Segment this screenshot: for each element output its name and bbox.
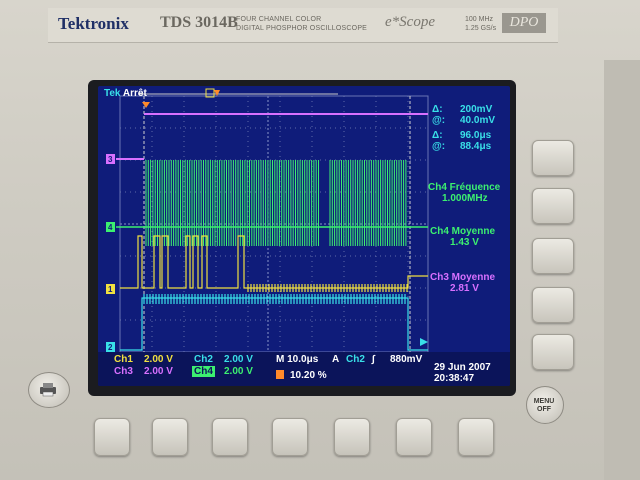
cursor-v-at-symbol: @: xyxy=(432,115,446,126)
trigger-source: Ch2 xyxy=(346,354,365,365)
measurement-value: 1.000MHz xyxy=(442,193,488,204)
cursor-t-at: 88.4μs xyxy=(460,141,492,152)
measurement-label: Ch4 Moyenne xyxy=(430,226,496,237)
ch4-trace xyxy=(145,160,407,246)
cursor-t-delta-symbol: Δ: xyxy=(432,130,443,141)
cursor-t-delta: 96.0μs xyxy=(460,130,492,141)
menu-off-label: MENU OFF xyxy=(533,398,555,413)
side-menu-button-3[interactable] xyxy=(532,238,574,274)
bandwidth-spec: 100 MHz xyxy=(465,16,494,23)
bottom-menu-button-1[interactable] xyxy=(94,418,130,456)
trigger-slope: ∫ xyxy=(372,354,375,365)
ch3-marker-label: 3 xyxy=(108,155,113,164)
bottom-menu-button-3[interactable] xyxy=(212,418,248,456)
bottom-menu-button-2[interactable] xyxy=(152,418,188,456)
cursor-v-at: 40.0mV xyxy=(460,115,496,126)
timebase: M 10.0μs xyxy=(276,354,319,365)
measurement-label: Ch3 Moyenne xyxy=(430,272,496,283)
cursor-v-delta-symbol: Δ: xyxy=(432,104,443,115)
status-indicator: Tek Arrêt xyxy=(104,88,147,99)
right-panel-edge xyxy=(604,60,640,480)
escope-logo: e*Scope xyxy=(385,14,435,30)
model-name: TDS 3014B xyxy=(160,14,238,31)
ch4-marker-label: 4 xyxy=(108,223,113,232)
ch1-scale: 2.00 V xyxy=(144,354,173,365)
sample-rate-spec: 1.25 GS/s xyxy=(465,25,497,32)
model-description-2: DIGITAL PHOSPHOR OSCILLOSCOPE xyxy=(236,25,368,32)
tek-prefix: Tek xyxy=(104,88,121,99)
time: 20:38:47 xyxy=(434,373,475,384)
expansion-marker xyxy=(214,90,220,96)
ch2-marker-label: 2 xyxy=(108,343,113,352)
brand-logo: Tektronix xyxy=(58,14,129,33)
trigger-position: 10.20 % xyxy=(290,370,327,381)
ch2-waveform xyxy=(120,297,428,351)
bottom-menu-button-4[interactable] xyxy=(272,418,308,456)
ch4-scale: 2.00 V xyxy=(224,366,253,377)
side-menu-button-1[interactable] xyxy=(532,140,574,176)
measurement-value: 2.81 V xyxy=(450,283,479,294)
side-menu-button-4[interactable] xyxy=(532,287,574,323)
side-menu-button-5[interactable] xyxy=(532,334,574,370)
ch4-label: Ch4 xyxy=(192,366,215,377)
cursor-t-at-symbol: @: xyxy=(432,141,446,152)
bottom-menu-button-5[interactable] xyxy=(334,418,370,456)
dpo-badge: DPO xyxy=(502,13,546,33)
ch2-trace xyxy=(120,294,428,351)
ch3-scale: 2.00 V xyxy=(144,366,173,377)
model-description-1: FOUR CHANNEL COLOR xyxy=(236,16,322,23)
ch2-label: Ch2 xyxy=(194,354,213,365)
trigger-mode: A xyxy=(332,354,340,365)
settings-bar: Ch1 2.00 V Ch2 2.00 V Ch3 2.00 V Ch4 2.0… xyxy=(98,352,510,386)
bottom-menu-button-6[interactable] xyxy=(396,418,432,456)
display-screen: 3 4 1 2 Tek Arrêt Δ: 200mV @: 40.0mV Δ: … xyxy=(98,86,510,386)
cursor-v-delta: 200mV xyxy=(460,104,493,115)
trigger-level: 880mV xyxy=(390,354,423,365)
printer-icon xyxy=(40,383,56,397)
ch1-label: Ch1 xyxy=(114,354,133,365)
measurement-label: Ch4 Fréquence xyxy=(428,182,501,193)
ch1-marker-label: 1 xyxy=(108,285,113,294)
position-icon xyxy=(274,370,286,381)
ch3-label: Ch3 xyxy=(114,366,133,377)
ch2-scale: 2.00 V xyxy=(224,354,253,365)
measurement-value: 1.43 V xyxy=(450,237,479,248)
date: 29 Jun 2007 xyxy=(434,362,491,373)
trigger-level-marker xyxy=(420,338,428,346)
bottom-menu-button-7[interactable] xyxy=(458,418,494,456)
acquisition-state: Arrêt xyxy=(122,88,147,99)
side-menu-button-2[interactable] xyxy=(532,188,574,224)
trigger-position-marker xyxy=(142,102,150,108)
